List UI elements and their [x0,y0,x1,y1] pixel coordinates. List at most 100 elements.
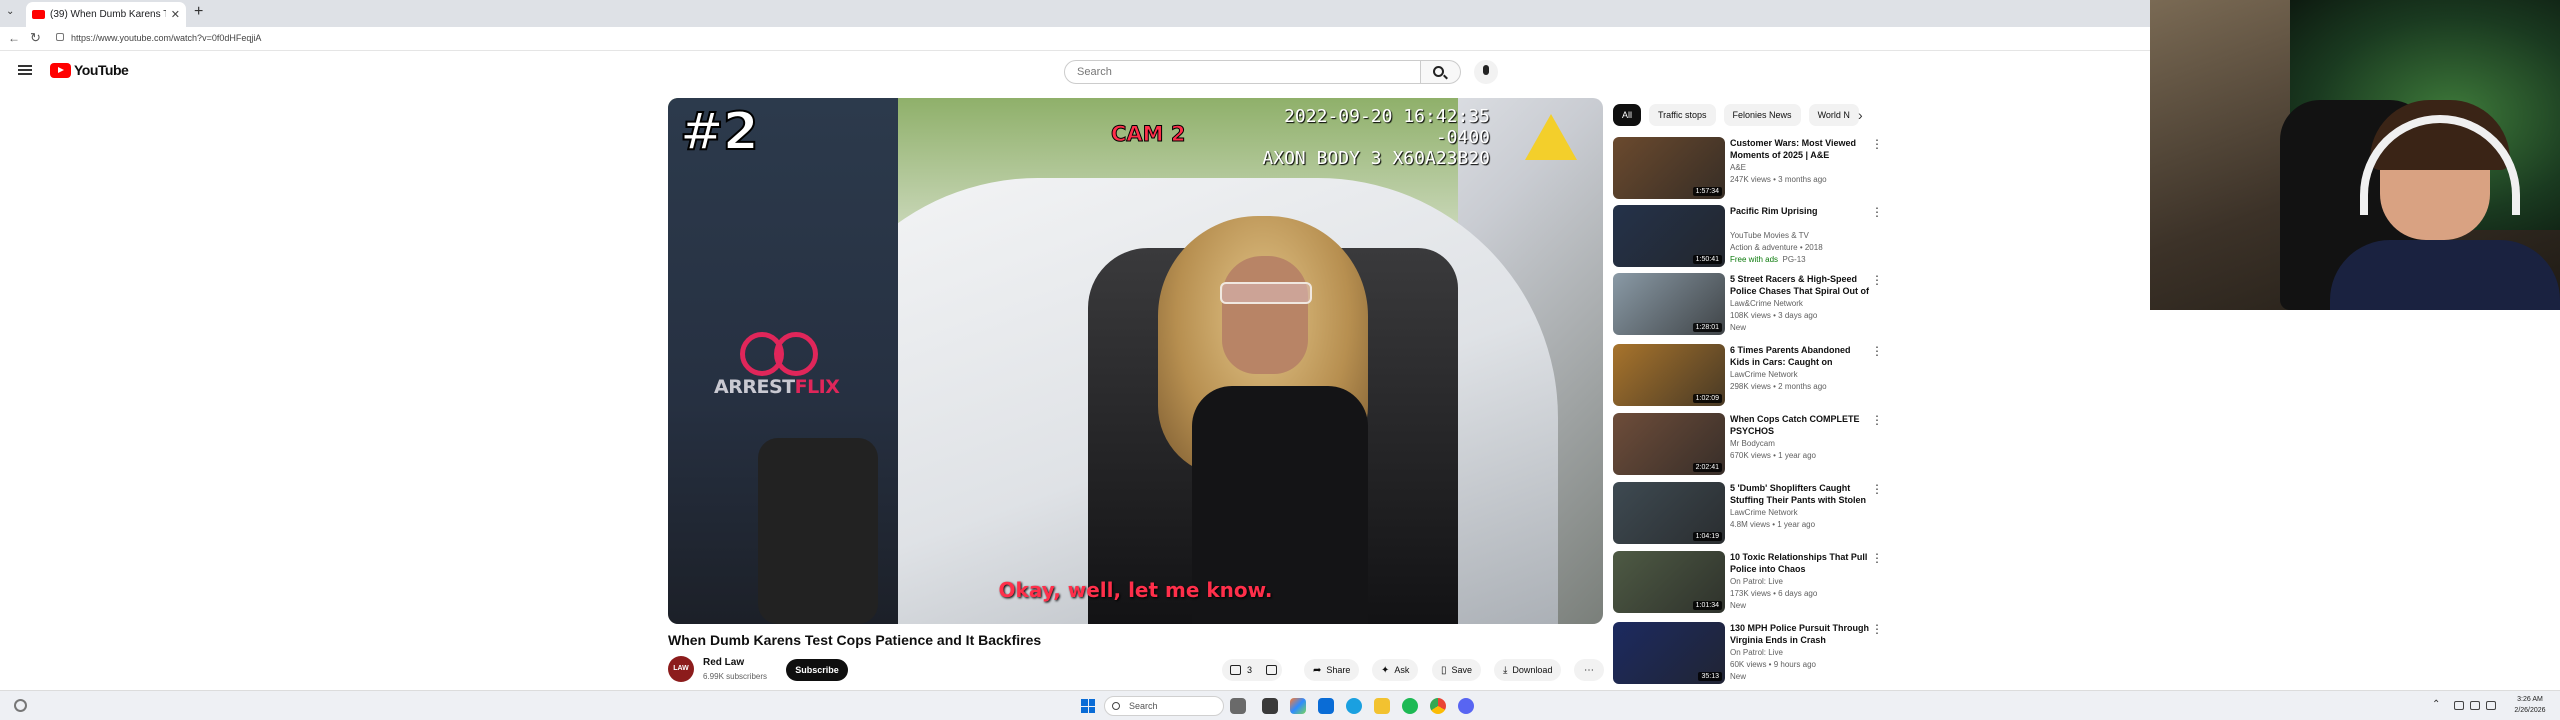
video-overlay-timestamp: 2022-09-20 16:42:35 -0400 AXON BODY 3 X6… [1260,106,1490,169]
thumbs-up-icon[interactable] [1230,665,1241,675]
video-thumbnail[interactable]: 1:50:41 [1613,205,1725,267]
file-explorer-icon[interactable] [1262,698,1278,714]
video-thumbnail[interactable]: 1:01:34 [1613,551,1725,613]
recommendation-item[interactable]: 35:13 130 MPH Police Pursuit Through Vir… [1613,622,1883,684]
video-player[interactable]: #2 CAM 2 2022-09-20 16:42:35 -0400 AXON … [668,98,1603,624]
new-tab-plus-icon[interactable]: + [194,3,203,21]
camera-id-line: AXON BODY 3 X60A23B20 [1262,148,1490,169]
site-info-icon[interactable] [56,33,64,41]
more-vertical-icon[interactable]: ⋮ [1871,205,1883,219]
task-view-icon[interactable] [1230,698,1246,714]
edge-icon[interactable] [1346,698,1362,714]
close-tab-icon[interactable]: ✕ [171,8,180,21]
clock-time[interactable]: 3:26 AM [2500,696,2560,703]
recommendation-channel[interactable]: On Patrol: Live [1730,577,1783,586]
recommendation-channel[interactable]: LawCrime Network [1730,508,1798,517]
store-icon[interactable] [1318,698,1334,714]
axon-logo-icon [1525,114,1577,160]
chip-felonies-news[interactable]: Felonies News [1723,104,1801,126]
search-input[interactable]: Search [1064,60,1421,84]
video-thumbnail[interactable]: 1:28:01 [1613,273,1725,335]
more-vertical-icon[interactable]: ⋮ [1871,344,1883,358]
video-thumbnail[interactable]: 1:02:09 [1613,344,1725,406]
channel-avatar[interactable]: LAW [668,656,694,682]
chrome-icon[interactable] [1430,698,1446,714]
recommendation-title[interactable]: 10 Toxic Relationships That Pull Police … [1730,551,1872,575]
url-field[interactable]: https://www.youtube.com/watch?v=0f0dHFeq… [71,33,261,43]
recommendation-title[interactable]: Customer Wars: Most Viewed Moments of 20… [1730,137,1872,161]
recommendation-item[interactable]: 1:57:34 Customer Wars: Most Viewed Momen… [1613,137,1883,199]
recommendation-item[interactable]: 1:28:01 5 Street Racers & High-Speed Pol… [1613,273,1883,335]
windows-start-icon[interactable] [1081,699,1095,713]
recommendation-channel[interactable]: YouTube Movies & TV [1730,231,1809,240]
save-button[interactable]: ▯ Save [1432,659,1482,681]
download-icon: ⤓ [1503,664,1508,676]
widgets-icon[interactable] [14,699,27,712]
more-vertical-icon[interactable]: ⋮ [1871,137,1883,151]
duration-badge: 2:02:41 [1692,463,1722,472]
recommendation-item[interactable]: 1:02:09 6 Times Parents Abandoned Kids i… [1613,344,1883,406]
clock-date[interactable]: 2/26/2026 [2500,707,2560,714]
tab-list-chevron-icon[interactable]: ⌄ [6,6,14,17]
recommendation-item[interactable]: 1:01:34 10 Toxic Relationships That Pull… [1613,551,1883,613]
recommendation-channel[interactable]: On Patrol: Live [1730,648,1783,657]
back-arrow-icon[interactable]: ← [8,31,20,45]
recommendation-item[interactable]: 1:04:19 5 'Dumb' Shoplifters Caught Stuf… [1613,482,1883,544]
recommendation-title[interactable]: 5 'Dumb' Shoplifters Caught Stuffing The… [1730,482,1872,506]
more-vertical-icon[interactable]: ⋮ [1871,273,1883,287]
more-vertical-icon[interactable]: ⋮ [1871,622,1883,636]
tray-chevron-up-icon[interactable]: ⌃ [2432,699,2440,710]
recommendation-title[interactable]: When Cops Catch COMPLETE PSYCHOS [1730,413,1872,437]
recommendation-channel[interactable]: A&E [1730,163,1746,172]
video-thumbnail[interactable]: 1:57:34 [1613,137,1725,199]
recommendation-item[interactable]: 2:02:41 When Cops Catch COMPLETE PSYCHOS… [1613,413,1883,475]
reload-icon[interactable]: ↻ [30,30,41,46]
chip-all[interactable]: All [1613,104,1642,126]
duration-badge: 1:50:41 [1692,255,1722,264]
chevron-right-icon[interactable]: › [1858,107,1863,123]
video-thumbnail[interactable]: 1:04:19 [1613,482,1725,544]
spotify-icon[interactable] [1402,698,1418,714]
more-vertical-icon[interactable]: ⋮ [1871,551,1883,565]
chip-traffic-stops[interactable]: Traffic stops [1649,104,1716,126]
subscribe-button[interactable]: Subscribe [786,659,848,681]
recommendation-badges: Free with ads PG-13 [1730,255,1806,264]
video-thumbnail[interactable]: 35:13 [1613,622,1725,684]
channel-name-link[interactable]: Red Law [703,657,744,668]
taskbar-search-input[interactable]: Search [1104,696,1224,716]
discord-icon[interactable] [1458,698,1474,714]
recommendation-channel[interactable]: Law&Crime Network [1730,299,1803,308]
more-vertical-icon[interactable]: ⋮ [1871,482,1883,496]
hamburger-menu-icon[interactable] [18,65,32,75]
duration-badge: 1:02:09 [1692,394,1722,403]
recommendation-title[interactable]: 130 MPH Police Pursuit Through Virginia … [1730,622,1872,646]
wifi-icon[interactable] [2454,701,2464,710]
thumbs-down-icon[interactable] [1266,665,1278,675]
recommendation-title[interactable]: Pacific Rim Uprising [1730,205,1872,217]
new-badge: New [1730,672,1747,681]
battery-icon[interactable] [2486,701,2496,710]
download-button[interactable]: ⤓ Download [1494,659,1562,681]
voice-search-button[interactable] [1474,60,1498,84]
new-badge: New [1730,601,1747,610]
recommendation-meta: Action & adventure • 2018 [1730,243,1823,252]
ask-button[interactable]: ✦ Ask [1372,659,1419,681]
video-thumbnail[interactable]: 2:02:41 [1613,413,1725,475]
copilot-icon[interactable] [1290,698,1306,714]
more-actions-button[interactable]: ⋯ [1574,659,1604,681]
recommendation-channel[interactable]: LawCrime Network [1730,370,1798,379]
recommendation-title[interactable]: 6 Times Parents Abandoned Kids in Cars: … [1730,344,1872,368]
file-explorer-folder-icon[interactable] [1374,698,1390,714]
share-button[interactable]: ➦ Share [1304,659,1360,681]
recommendation-channel[interactable]: Mr Bodycam [1730,439,1775,448]
browser-tab-active[interactable]: (39) When Dumb Karens Te ✕ [26,2,186,27]
recommendation-item[interactable]: 1:50:41 Pacific Rim Uprising YouTube Mov… [1613,205,1883,267]
search-button[interactable] [1421,60,1461,84]
chip-world-news[interactable]: World N [1808,104,1859,126]
video-overlay-cam-label: CAM 2 [1110,122,1186,147]
volume-icon[interactable] [2470,701,2480,710]
webcam-overlay [2150,0,2560,310]
more-vertical-icon[interactable]: ⋮ [1871,413,1883,427]
youtube-logo[interactable]: YouTube [50,62,129,78]
recommendation-title[interactable]: 5 Street Racers & High-Speed Police Chas… [1730,273,1872,297]
